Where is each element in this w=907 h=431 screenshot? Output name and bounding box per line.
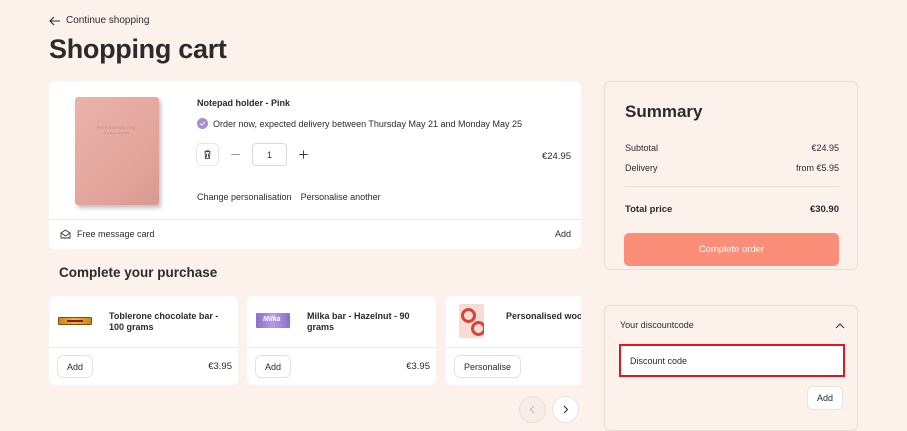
chevron-right-icon xyxy=(563,405,569,414)
complete-order-button[interactable]: Complete order xyxy=(624,233,839,266)
divider xyxy=(247,347,436,348)
delete-item-button[interactable] xyxy=(196,143,219,166)
product-card-price: €3.95 xyxy=(406,361,430,372)
page-title: Shopping cart xyxy=(49,34,227,64)
product-name[interactable]: Notepad holder - Pink xyxy=(197,98,290,108)
carousel-next-button[interactable] xyxy=(552,396,579,423)
total-value: €30.90 xyxy=(809,204,839,215)
divider xyxy=(446,347,581,348)
milka-image[interactable]: Milka xyxy=(256,313,290,328)
delivery-row: Delivery from €5.95 xyxy=(625,163,839,173)
product-card-name[interactable]: Toblerone chocolate bar - 100 grams xyxy=(109,311,227,333)
plus-icon xyxy=(299,150,308,159)
add-message-card-button[interactable]: Add xyxy=(555,229,571,239)
personalise-links: Change personalisation Personalise anoth… xyxy=(197,192,381,202)
order-summary: Summary Subtotal €24.95 Delivery from €5… xyxy=(604,81,858,270)
wood-love-image[interactable] xyxy=(459,304,484,338)
carousel-prev-button[interactable] xyxy=(519,396,546,423)
subtotal-row: Subtotal €24.95 xyxy=(625,143,839,153)
message-card-label: Free message card xyxy=(77,229,155,239)
quantity-input[interactable] xyxy=(252,143,287,166)
delivery-text: Order now, expected delivery between Thu… xyxy=(213,118,523,129)
chevron-left-icon xyxy=(529,405,535,414)
item-price: €24.95 xyxy=(541,151,571,162)
add-product-button[interactable]: Add xyxy=(57,355,94,378)
product-card: Toblerone chocolate bar - 100 grams Add … xyxy=(49,296,238,385)
product-card: Milka Milka bar - Hazelnut - 90 grams Ad… xyxy=(247,296,436,385)
trash-icon xyxy=(204,150,211,160)
add-product-button[interactable]: Add xyxy=(255,355,292,378)
minus-icon xyxy=(231,154,240,155)
product-image[interactable]: PERSONALISE NAME HERE xyxy=(75,97,159,205)
delivery-label: Delivery xyxy=(625,163,658,173)
apply-discount-button[interactable]: Add xyxy=(806,386,843,410)
divider xyxy=(49,347,238,348)
delivery-info: Order now, expected delivery between Thu… xyxy=(197,118,522,129)
recommendations-carousel: Toblerone chocolate bar - 100 grams Add … xyxy=(49,296,581,386)
arrow-left-icon xyxy=(49,16,60,25)
summary-title: Summary xyxy=(625,102,703,121)
toblerone-image[interactable] xyxy=(58,317,92,325)
subtotal-label: Subtotal xyxy=(625,143,659,153)
discount-section: Your discountcode Add xyxy=(604,305,858,431)
subtotal-value: €24.95 xyxy=(811,143,839,153)
chevron-up-icon xyxy=(835,322,845,328)
cart-item-card: PERSONALISE NAME HERE Notepad holder - P… xyxy=(49,81,581,249)
decrease-quantity-button[interactable] xyxy=(224,143,247,166)
product-card-name[interactable]: Personalised wood Love xyxy=(506,311,581,322)
increase-quantity-button[interactable] xyxy=(292,143,315,166)
envelope-icon xyxy=(60,229,71,239)
personalise-product-button[interactable]: Personalise xyxy=(454,355,522,378)
product-image-caption-secondary: NAME HERE xyxy=(103,131,131,135)
personalise-another-link[interactable]: Personalise another xyxy=(301,192,381,202)
complete-purchase-title: Complete your purchase xyxy=(59,265,218,280)
product-card: Personalised wood Love Personalise xyxy=(446,296,581,385)
check-circle-icon xyxy=(197,118,208,129)
divider xyxy=(625,186,839,187)
carousel-navigation xyxy=(519,396,579,423)
product-card-price: €3.95 xyxy=(208,361,232,372)
continue-shopping-label: Continue shopping xyxy=(66,15,150,26)
discount-title: Your discountcode xyxy=(620,320,694,330)
total-label: Total price xyxy=(625,204,673,215)
delivery-value: from €5.95 xyxy=(795,163,839,173)
change-personalisation-link[interactable]: Change personalisation xyxy=(197,192,292,202)
discount-code-input[interactable] xyxy=(619,344,845,377)
milka-logo-text: Milka xyxy=(263,316,281,323)
discount-header[interactable]: Your discountcode xyxy=(620,320,845,330)
total-row: Total price €30.90 xyxy=(625,204,839,215)
divider xyxy=(49,219,581,220)
quantity-controls xyxy=(196,143,315,166)
continue-shopping-link[interactable]: Continue shopping xyxy=(49,15,149,26)
message-card-row: Free message card Add xyxy=(60,229,571,239)
product-card-name[interactable]: Milka bar - Hazelnut - 90 grams xyxy=(307,311,425,333)
product-image-caption: PERSONALISE xyxy=(97,125,137,130)
